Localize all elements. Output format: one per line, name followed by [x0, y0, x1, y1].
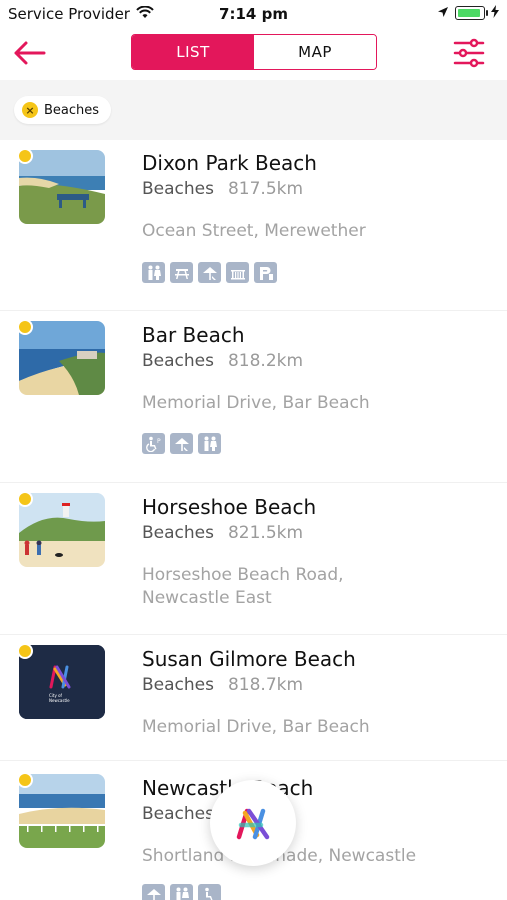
category-marker	[17, 319, 33, 335]
status-time: 7:14 pm	[219, 5, 288, 23]
beach-thumbnail	[19, 493, 105, 567]
place-distance: 821.5km	[227, 523, 304, 543]
amenity-list	[142, 884, 221, 900]
list-item[interactable]: City of Newcastle Susan Gilmore Beach Be…	[0, 635, 507, 760]
place-name: Bar Beach	[142, 323, 245, 347]
back-arrow-icon[interactable]	[12, 38, 48, 68]
status-bar: Service Provider 7:14 pm	[0, 0, 507, 28]
place-name: Susan Gilmore Beach	[142, 647, 356, 671]
filter-chip-bar: × Beaches	[0, 80, 507, 140]
list-item[interactable]: Bar Beach Beaches 818.2km Memorial Drive,…	[0, 311, 507, 482]
place-category: Beaches	[142, 351, 214, 371]
beach-thumbnail	[19, 321, 105, 395]
location-arrow-icon	[437, 4, 449, 22]
place-address: Shortland Esplanade, Newcastle	[142, 846, 417, 866]
category-marker	[17, 148, 33, 164]
beach-thumbnail	[19, 150, 105, 224]
filter-chip-beaches[interactable]: × Beaches	[14, 96, 112, 124]
category-marker	[17, 772, 33, 788]
city-logo-button[interactable]	[210, 780, 296, 866]
accessible-parking-icon	[198, 884, 221, 900]
place-address: Memorial Drive, Bar Beach	[142, 717, 370, 737]
place-category: Beaches	[142, 804, 214, 824]
list-item[interactable]: Dixon Park Beach Beaches 817.5km Ocean St…	[0, 140, 507, 310]
place-category: Beaches	[142, 523, 214, 543]
place-name: Horseshoe Beach	[142, 495, 317, 519]
category-marker	[17, 491, 33, 507]
svg-text:Newcastle: Newcastle	[49, 698, 70, 703]
tab-map[interactable]: MAP	[254, 35, 376, 69]
view-toggle: LIST MAP	[131, 34, 377, 70]
place-address: Memorial Drive, Bar Beach	[142, 393, 370, 413]
place-name: Dixon Park Beach	[142, 151, 317, 175]
svg-text:P: P	[157, 438, 161, 445]
beach-thumbnail	[19, 774, 105, 848]
place-category: Beaches	[142, 179, 214, 199]
place-distance: 818.7km	[227, 675, 304, 695]
shelter-icon	[142, 884, 165, 900]
amenity-list: P	[142, 433, 221, 454]
picnic-icon	[170, 262, 193, 283]
city-logo-thumbnail: City of Newcastle	[19, 645, 105, 719]
place-address: Ocean Street, Merewether	[142, 221, 366, 241]
place-distance: 818.2km	[227, 351, 304, 371]
accessible-parking-icon: P	[142, 433, 165, 454]
battery-icon	[455, 6, 488, 20]
place-category: Beaches	[142, 675, 214, 695]
shelter-icon	[198, 262, 221, 283]
toilets-icon	[170, 884, 193, 900]
category-marker	[17, 643, 33, 659]
toilets-icon	[198, 433, 221, 454]
bbq-icon	[226, 262, 249, 283]
nav-bar: LIST MAP	[0, 28, 507, 80]
chip-label: Beaches	[44, 102, 100, 118]
list-item[interactable]: Horseshoe Beach Beaches 821.5km Horseshoe…	[0, 483, 507, 634]
toilets-icon	[142, 262, 165, 283]
place-distance: 817.5km	[227, 179, 304, 199]
shelter-icon	[170, 433, 193, 454]
tab-list[interactable]: LIST	[132, 35, 254, 69]
parking-icon	[254, 262, 277, 283]
newcastle-logo-icon	[236, 808, 270, 840]
amenity-list	[142, 262, 277, 283]
charging-icon	[491, 4, 499, 22]
filter-sliders-icon[interactable]	[453, 38, 485, 68]
place-address: Horseshoe Beach Road, Newcastle East	[142, 565, 344, 608]
remove-chip-icon[interactable]: ×	[22, 102, 38, 118]
